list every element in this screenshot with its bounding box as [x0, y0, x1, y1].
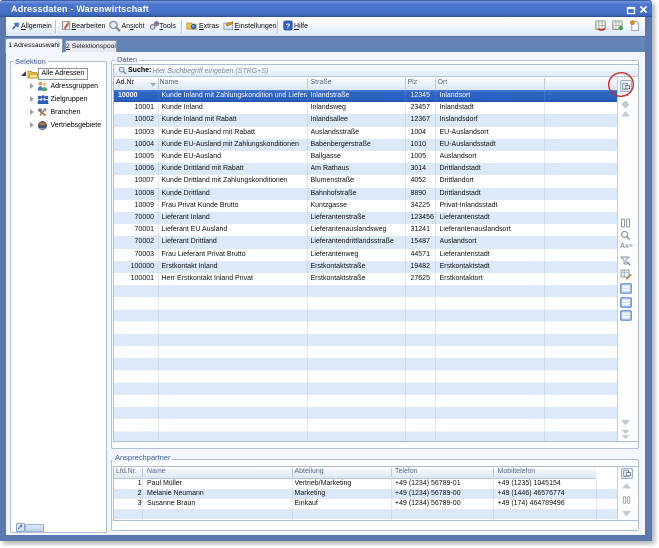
svg-text:?: ? [286, 21, 291, 30]
